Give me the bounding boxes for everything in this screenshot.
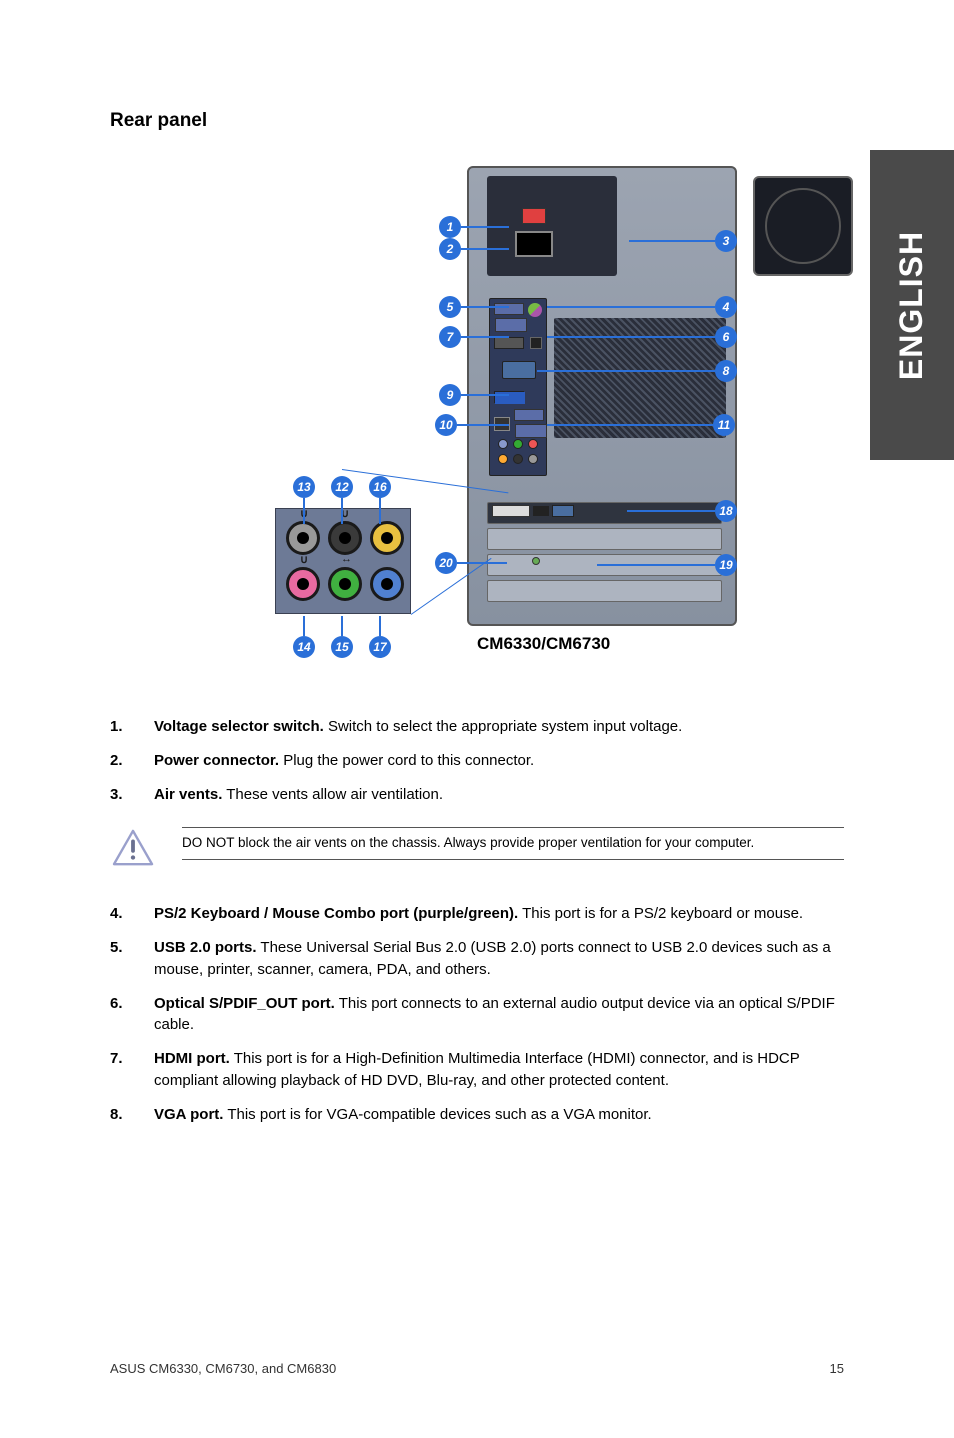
audio-jack-side-icon — [286, 521, 320, 555]
note-text: DO NOT block the air vents on the chassi… — [182, 834, 844, 853]
usb2-ports-bottom-icon — [514, 409, 544, 421]
gfx-hdmi-icon — [533, 506, 549, 516]
audio-jack-center-icon — [370, 521, 404, 555]
callout-14: 14 — [293, 616, 315, 658]
expansion-slot-4 — [487, 580, 722, 602]
dvi-port-icon — [492, 505, 530, 517]
callout-9: 9 — [439, 384, 509, 406]
callout-8: 8 — [537, 360, 737, 382]
callout-19: 19 — [597, 554, 737, 576]
gfx-vga-icon — [552, 505, 574, 517]
callout-18: 18 — [627, 500, 737, 522]
vga-port-icon — [502, 361, 536, 379]
definitions-list-2: 4. PS/2 Keyboard / Mouse Combo port (pur… — [110, 903, 844, 1125]
ps2-port-icon — [528, 303, 542, 317]
callout-4: 4 — [547, 296, 737, 318]
psu-fan-icon — [753, 176, 853, 276]
callout-13: 13 — [293, 476, 315, 524]
callout-15: 15 — [331, 616, 353, 658]
page-footer: ASUS CM6330, CM6730, and CM6830 15 — [110, 1361, 844, 1376]
audio-jack-lineout-icon — [328, 567, 362, 601]
model-label: CM6330/CM6730 — [477, 634, 610, 654]
section-title: Rear panel — [110, 110, 844, 132]
audio-jack-linein-icon — [370, 567, 404, 601]
callout-11: 11 — [547, 414, 735, 436]
callout-20: 20 — [435, 552, 507, 574]
callout-2: 2 — [439, 238, 509, 260]
definition-item: 7. HDMI port. This port is for a High-De… — [110, 1048, 844, 1092]
power-socket-icon — [515, 231, 553, 257]
definition-item: 3. Air vents. These vents allow air vent… — [110, 784, 844, 806]
spdif-port-icon — [530, 337, 542, 349]
wlan-antenna-icon — [532, 557, 540, 565]
callout-10: 10 — [435, 414, 509, 436]
definition-item: 8. VGA port. This port is for VGA-compat… — [110, 1104, 844, 1126]
callout-1: 1 — [439, 216, 509, 238]
definitions-list-1: 1. Voltage selector switch. Switch to se… — [110, 716, 844, 805]
voltage-switch-icon — [522, 208, 546, 224]
callout-3: 3 — [629, 230, 737, 252]
callout-5: 5 — [439, 296, 509, 318]
callout-16: 16 — [369, 476, 391, 524]
rear-panel-diagram: ∪∪ ∪↔ 1 2 5 7 9 10 20 3 4 6 8 11 18 19 1… — [197, 166, 757, 656]
warning-icon — [112, 829, 154, 867]
callout-7: 7 — [439, 326, 509, 348]
callout-12: 12 — [331, 476, 353, 524]
audio-jack-mic-icon — [286, 567, 320, 601]
footer-page-number: 15 — [830, 1361, 844, 1376]
definition-item: 1. Voltage selector switch. Switch to se… — [110, 716, 844, 738]
definition-item: 4. PS/2 Keyboard / Mouse Combo port (pur… — [110, 903, 844, 925]
definition-item: 6. Optical S/PDIF_OUT port. This port co… — [110, 993, 844, 1037]
warning-note: DO NOT block the air vents on the chassi… — [110, 825, 844, 867]
audio-jack-rear-icon — [328, 521, 362, 555]
callout-17: 17 — [369, 616, 391, 658]
note-divider — [182, 859, 844, 860]
note-divider — [182, 827, 844, 828]
callout-6: 6 — [547, 326, 737, 348]
footer-left: ASUS CM6330, CM6730, and CM6830 — [110, 1361, 336, 1376]
definition-item: 5. USB 2.0 ports. These Universal Serial… — [110, 937, 844, 981]
definition-item: 2. Power connector. Plug the power cord … — [110, 750, 844, 772]
expansion-slot-2 — [487, 528, 722, 550]
audio-jacks-icon — [498, 439, 540, 471]
